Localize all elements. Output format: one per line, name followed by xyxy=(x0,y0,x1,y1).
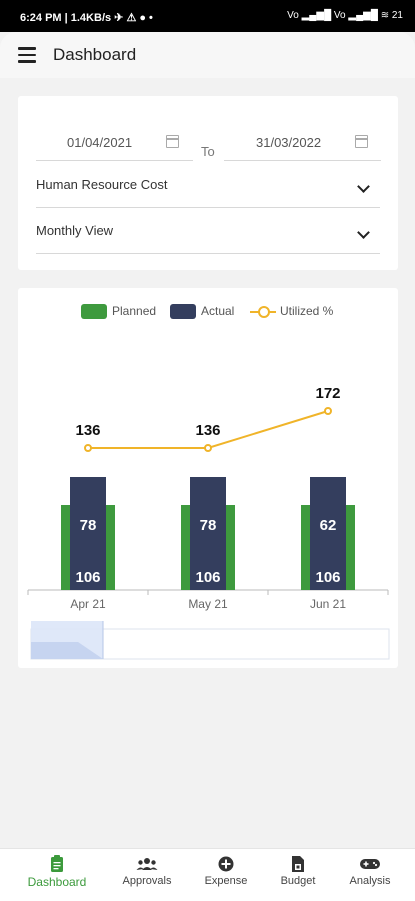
utilized-point[interactable] xyxy=(324,407,332,415)
nav-dashboard[interactable]: Dashboard xyxy=(17,855,97,889)
people-icon xyxy=(136,858,158,870)
menu-icon[interactable] xyxy=(18,47,36,63)
plus-circle-icon xyxy=(218,856,234,872)
x-tick-label: Jun 21 xyxy=(310,597,346,611)
bar-label-actual: 78 xyxy=(80,517,97,534)
nav-approvals[interactable]: Approvals xyxy=(107,855,187,887)
bar-label-planned: 106 xyxy=(75,569,100,586)
utilized-point[interactable] xyxy=(84,444,92,452)
status-time: 6:24 PM | 1.4KB/s ✈ ⚠ ● • xyxy=(20,12,153,24)
utilized-label: 136 xyxy=(195,422,220,439)
to-date-field[interactable]: 31/03/2022 xyxy=(256,135,321,150)
x-tick-label: May 21 xyxy=(188,597,228,611)
nav-budget[interactable]: Budget xyxy=(258,855,338,887)
filter-card: 01/04/2021 To 31/03/2022 Human Resource … xyxy=(18,96,398,270)
view-dropdown[interactable]: Monthly View xyxy=(36,223,380,239)
utilized-label: 172 xyxy=(315,385,340,402)
bar-label-planned: 106 xyxy=(195,569,220,586)
bar-label-planned: 106 xyxy=(315,569,340,586)
clipboard-icon xyxy=(51,855,63,872)
utilized-point[interactable] xyxy=(204,444,212,452)
chevron-down-icon xyxy=(357,180,370,193)
app-bar: Dashboard xyxy=(0,32,415,78)
calendar-icon[interactable] xyxy=(166,135,179,148)
nav-expense[interactable]: Expense xyxy=(186,855,266,887)
nav-analysis[interactable]: Analysis xyxy=(330,855,410,887)
chevron-down-icon xyxy=(357,226,370,239)
category-value: Human Resource Cost xyxy=(36,177,168,192)
gamepad-icon xyxy=(360,859,380,869)
utilized-label: 136 xyxy=(75,422,100,439)
from-date-field[interactable]: 01/04/2021 xyxy=(67,135,132,150)
status-icons: Vo ▂▄▆█ Vo ▂▄▆█ ≋ 21 xyxy=(287,10,403,21)
category-dropdown[interactable]: Human Resource Cost xyxy=(36,177,380,193)
nav-label: Expense xyxy=(204,875,248,887)
view-value: Monthly View xyxy=(36,223,114,238)
calendar-icon[interactable] xyxy=(355,135,368,148)
combo-chart: 78 106 Apr 21 78 106 May 21 62 106 Jun 21 136 136 1… xyxy=(27,385,390,660)
bar-label-actual: 78 xyxy=(200,517,217,534)
bottom-nav: Dashboard Approvals Expense Budget Analy… xyxy=(0,848,415,901)
bar-label-actual: 62 xyxy=(320,517,337,534)
budget-doc-icon xyxy=(292,856,304,872)
nav-label: Dashboard xyxy=(27,875,87,889)
nav-label: Approvals xyxy=(122,875,172,887)
to-label: To xyxy=(201,144,215,159)
nav-label: Analysis xyxy=(349,875,391,887)
page-title: Dashboard xyxy=(53,45,137,64)
status-bar: 6:24 PM | 1.4KB/s ✈ ⚠ ● • Vo ▂▄▆█ Vo ▂▄▆… xyxy=(0,0,415,32)
nav-label: Budget xyxy=(280,875,316,887)
chart-card: Planned Actual Utilized % 78 106 Apr 21 78 1… xyxy=(18,288,398,668)
x-tick-label: Apr 21 xyxy=(70,597,106,611)
